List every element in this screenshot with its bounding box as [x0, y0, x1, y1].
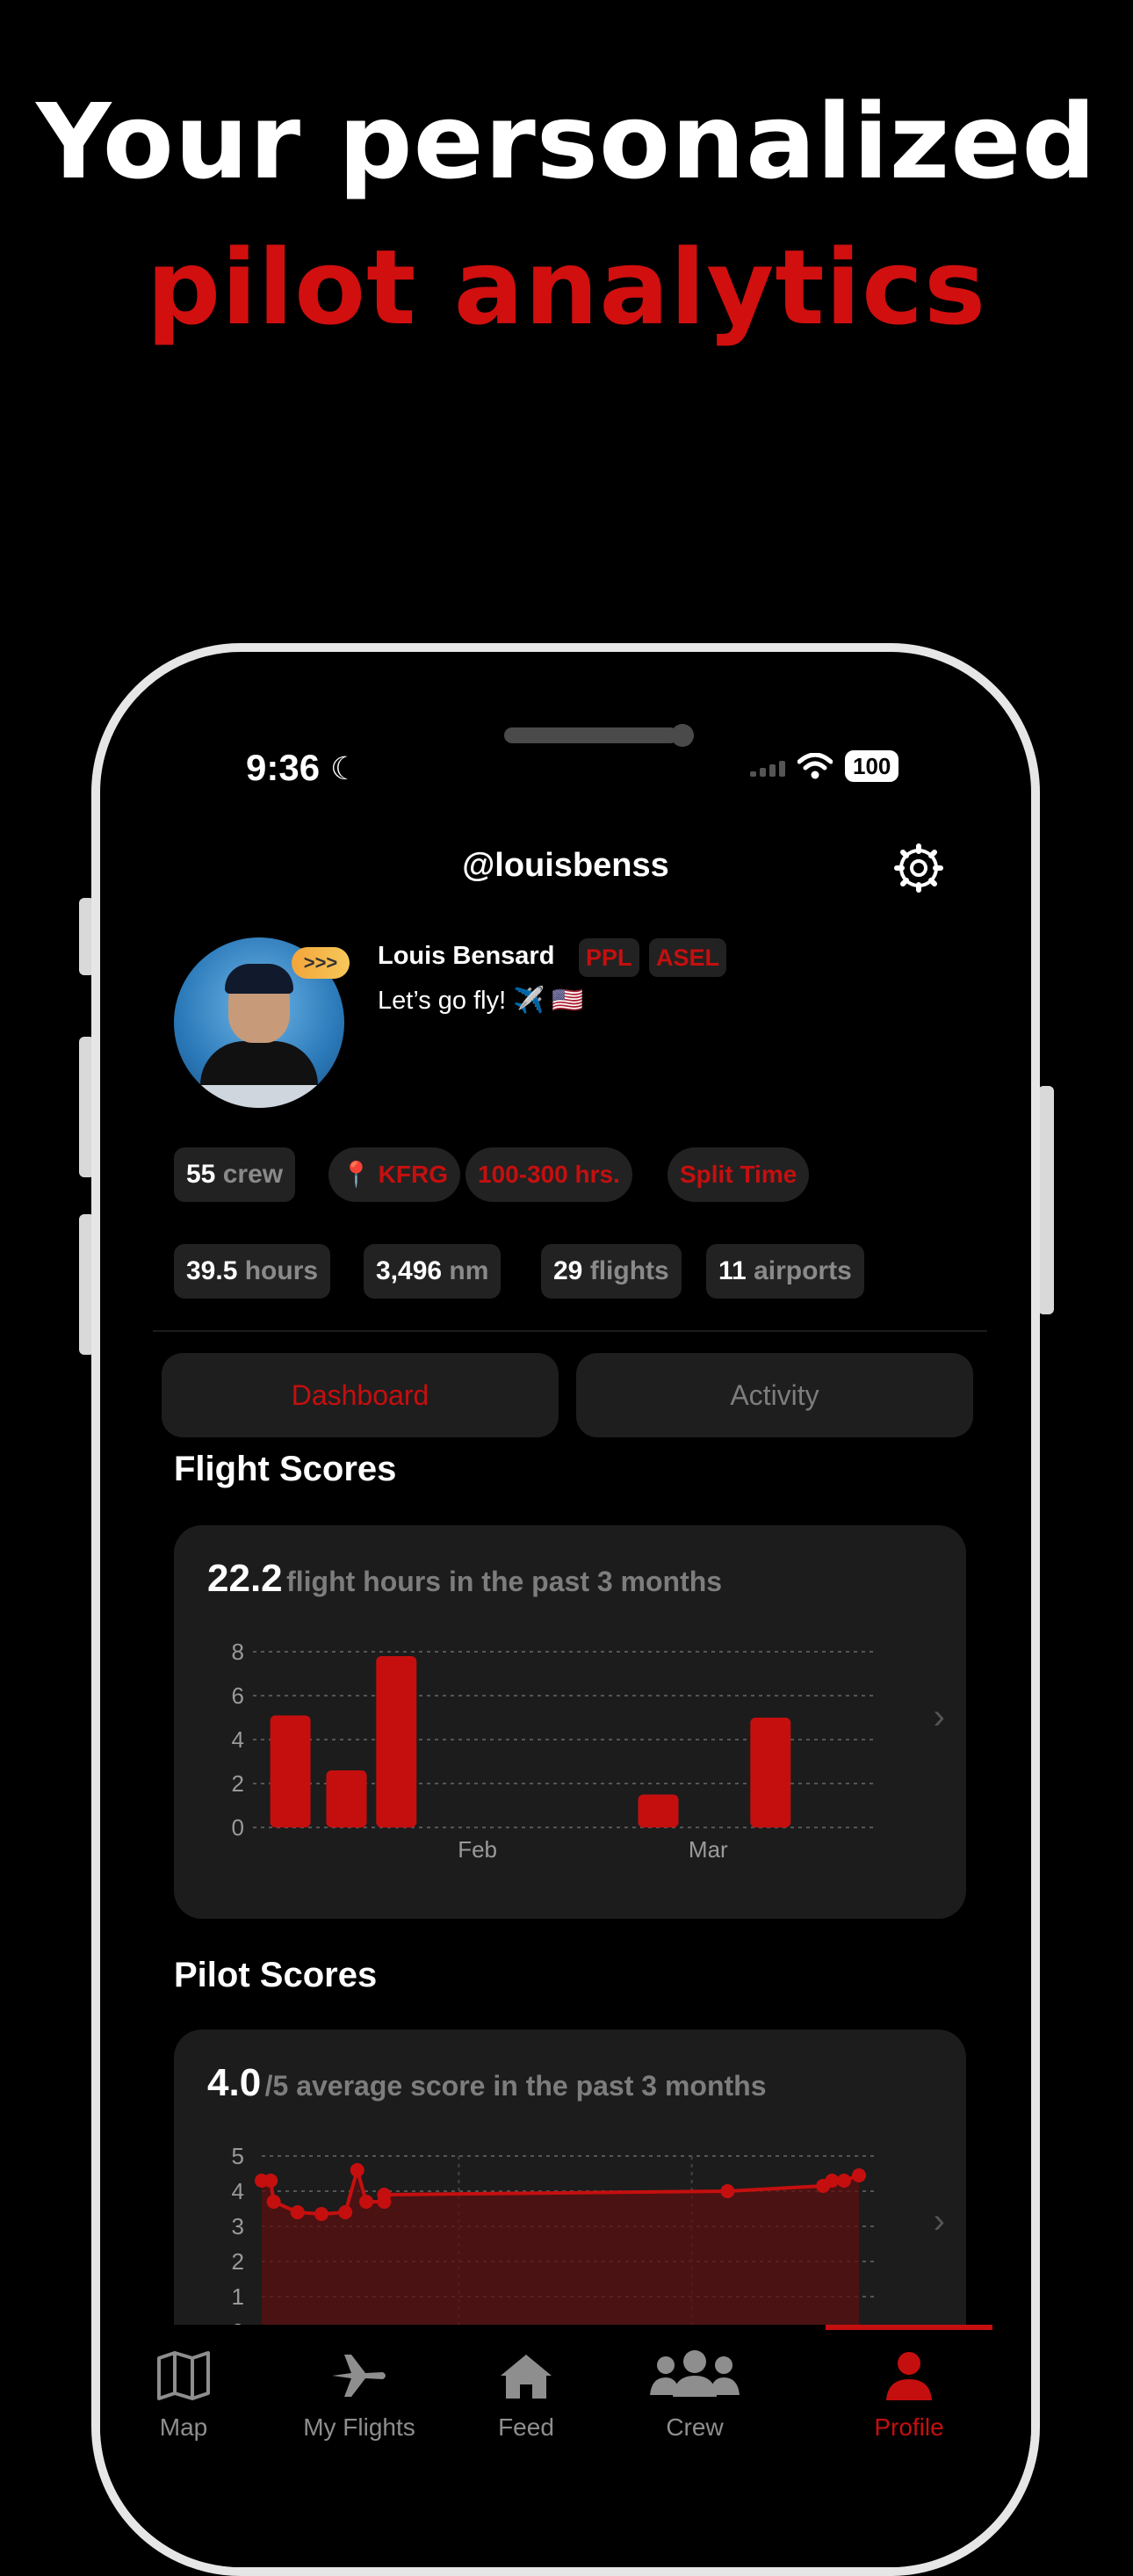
crew-label: crew: [222, 1160, 284, 1189]
avatar-cap: [225, 964, 293, 994]
tabbar-label-my-flights: My Flights: [303, 2413, 415, 2441]
y-tick-label: 5: [232, 2143, 244, 2169]
map-icon: [157, 2351, 210, 2400]
stat-flights-unit: flights: [589, 1256, 669, 1285]
tab-dashboard[interactable]: Dashboard: [162, 1353, 559, 1437]
tabbar-item-profile[interactable]: Profile: [826, 2349, 992, 2442]
phone-power-button: [1038, 1086, 1054, 1314]
bar: [270, 1715, 311, 1827]
moon-icon: ☾: [330, 750, 359, 786]
tabbar-item-my-flights[interactable]: My Flights: [276, 2349, 443, 2442]
tabbar-label-crew: Crew: [666, 2413, 724, 2441]
crew-count: 55: [186, 1160, 216, 1189]
flight-scores-card[interactable]: 22.2 flight hours in the past 3 months 0…: [174, 1525, 966, 1919]
y-tick-label: 4: [232, 2178, 244, 2204]
wifi-icon: [797, 753, 833, 779]
score-point: [290, 2205, 305, 2219]
split-time-tag[interactable]: Split Time: [668, 1147, 810, 1202]
bar: [750, 1718, 791, 1827]
x-tick-label: Feb: [458, 1836, 497, 1863]
divider: [153, 1330, 987, 1332]
streak-badge: >>>: [292, 947, 350, 979]
score-point: [852, 2168, 866, 2182]
score-point: [266, 2195, 281, 2209]
y-tick-label: 6: [232, 1682, 244, 1709]
hours-range-tag[interactable]: 100-300 hrs.: [465, 1147, 632, 1202]
stat-hours: 39.5 hours: [174, 1244, 331, 1299]
pilot-scores-chart: 012345: [232, 2143, 877, 2345]
headline-line2: pilot analytics: [146, 227, 987, 348]
pilot-scores-title: Pilot Scores: [174, 1956, 378, 1994]
airplane-icon: [332, 2355, 386, 2397]
tab-bar: Map My Flights Feed Crew Profile: [100, 2325, 1031, 2567]
certificate-badge-asel: ASEL: [649, 938, 727, 977]
cellular-signal-icon: [750, 756, 785, 777]
house-icon: [501, 2355, 552, 2399]
stat-flights-value: 29: [553, 1256, 583, 1285]
gear-icon[interactable]: [894, 843, 943, 893]
y-tick-label: 0: [232, 1814, 244, 1841]
person-icon: [886, 2352, 932, 2400]
flight-scores-title: Flight Scores: [174, 1450, 397, 1488]
y-tick-label: 3: [232, 2213, 244, 2240]
score-point: [350, 2163, 364, 2177]
stat-distance-value: 3,496: [376, 1256, 443, 1285]
bar: [326, 1770, 367, 1827]
status-time: 9:36: [246, 747, 321, 788]
score-point: [314, 2207, 328, 2221]
stat-airports-value: 11: [718, 1256, 747, 1285]
tabbar-label-map: Map: [159, 2413, 208, 2441]
tabbar-label-profile: Profile: [874, 2413, 944, 2441]
avatar-table: [174, 1085, 344, 1108]
stat-distance: 3,496 nm: [364, 1244, 502, 1299]
profile-name: Louis Bensard: [378, 942, 555, 970]
y-tick-label: 1: [232, 2283, 244, 2310]
phone-frame: 9:36 ☾ 100 @louisbenss >>> Louis Bensard…: [91, 643, 1040, 2576]
score-point: [338, 2205, 353, 2219]
score-point: [263, 2174, 278, 2188]
group-icon: [650, 2350, 740, 2397]
tabbar-item-crew[interactable]: Crew: [611, 2349, 778, 2442]
chevron-right-icon: ›: [933, 1697, 945, 1736]
y-tick-label: 8: [232, 1639, 244, 1665]
phone-screen: 9:36 ☾ 100 @louisbenss >>> Louis Bensard…: [100, 652, 1031, 2567]
y-tick-label: 4: [232, 1726, 244, 1753]
pilot-scores-card[interactable]: 4.0 /5 average score in the past 3 month…: [174, 2030, 966, 2363]
tab-activity[interactable]: Activity: [576, 1353, 973, 1437]
battery-icon: 100: [845, 750, 899, 782]
tabbar-label-feed: Feed: [498, 2413, 554, 2441]
stat-hours-unit: hours: [244, 1256, 319, 1285]
tabbar-item-map[interactable]: Map: [100, 2349, 267, 2442]
headline-line1: Your personalized: [36, 81, 1097, 202]
profile-username: @louisbenss: [462, 847, 669, 884]
bar: [376, 1656, 417, 1827]
score-point: [720, 2184, 735, 2198]
score-point: [377, 2188, 392, 2202]
score-point: [359, 2195, 373, 2209]
stat-airports-unit: airports: [754, 1256, 852, 1285]
y-tick-label: 2: [232, 2248, 244, 2275]
active-tab-indicator: [826, 2325, 992, 2330]
stat-airports: 11 airports: [706, 1244, 864, 1299]
score-point: [837, 2174, 851, 2188]
certificate-badge-ppl: PPL: [579, 938, 639, 977]
profile-bio: Let’s go fly! ✈️ 🇺🇸: [378, 987, 584, 1015]
flight-hours-chart: 0 2 4 6 8 Feb Mar: [232, 1639, 877, 1863]
bar: [638, 1794, 679, 1827]
chevron-right-icon: ›: [933, 2202, 945, 2240]
x-tick-label: Mar: [689, 1836, 728, 1863]
y-tick-label: 2: [232, 1770, 244, 1797]
stat-distance-unit: nm: [449, 1256, 489, 1285]
home-airport-tag[interactable]: 📍 KFRG: [328, 1147, 460, 1202]
status-icons: 100: [750, 750, 899, 782]
tabbar-item-feed[interactable]: Feed: [443, 2349, 610, 2442]
camera: [671, 724, 694, 747]
crew-count-chip[interactable]: 55 crew: [174, 1147, 296, 1202]
stat-flights: 29 flights: [541, 1244, 682, 1299]
speaker: [504, 727, 678, 743]
stat-hours-value: 39.5: [186, 1256, 238, 1285]
